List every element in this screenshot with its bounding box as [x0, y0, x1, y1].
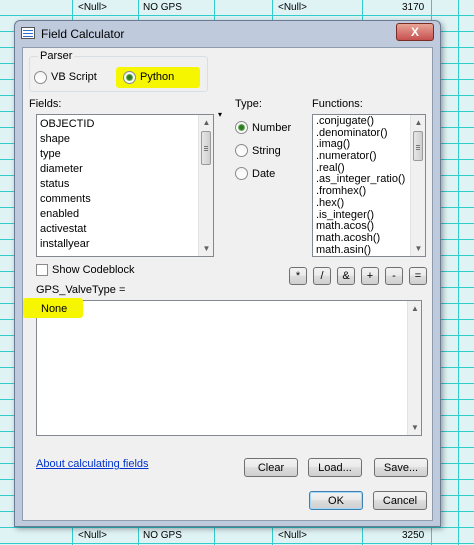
divide-button[interactable]: /: [313, 267, 331, 285]
scroll-down-icon[interactable]: ▼: [411, 241, 425, 256]
scroll-thumb[interactable]: [201, 131, 211, 165]
load-button[interactable]: Load...: [308, 458, 362, 477]
expression-textarea[interactable]: None ▲ ▼: [23, 298, 422, 436]
list-item[interactable]: type: [37, 147, 213, 162]
vbscript-label: VB Script: [51, 71, 97, 83]
show-codeblock-checkbox[interactable]: [36, 264, 48, 276]
list-item[interactable]: math.acosh(): [313, 232, 425, 245]
close-button[interactable]: X: [396, 23, 434, 41]
fields-scrollbar[interactable]: ▲ ▼: [198, 115, 213, 256]
scroll-up-icon[interactable]: ▲: [408, 301, 422, 316]
list-item[interactable]: enabled: [37, 207, 213, 222]
parser-label: Parser: [38, 50, 75, 62]
vbscript-radio[interactable]: [34, 71, 47, 84]
ampersand-button[interactable]: &: [337, 267, 355, 285]
number-radio[interactable]: [235, 121, 248, 134]
fields-label: Fields:: [29, 98, 62, 110]
list-item[interactable]: OBJECTID: [37, 117, 213, 132]
save-button[interactable]: Save...: [374, 458, 428, 477]
field-calculator-icon: [21, 27, 35, 39]
scroll-down-icon[interactable]: ▼: [199, 241, 213, 256]
ok-button[interactable]: OK: [309, 491, 363, 510]
table-row[interactable]: <Null> NO GPS <Null> 3170: [0, 0, 474, 16]
date-radio[interactable]: [235, 167, 248, 180]
string-radio[interactable]: [235, 144, 248, 157]
multiply-button[interactable]: *: [289, 267, 307, 285]
fields-list[interactable]: OBJECTID shape type diameter status comm…: [36, 114, 214, 257]
functions-label: Functions:: [312, 98, 363, 110]
list-item[interactable]: shape: [37, 132, 213, 147]
list-item[interactable]: math.asin(): [313, 244, 425, 256]
list-item[interactable]: status: [37, 177, 213, 192]
scroll-thumb[interactable]: [413, 131, 423, 161]
clear-button[interactable]: Clear: [244, 458, 298, 477]
minus-button[interactable]: -: [385, 267, 403, 285]
list-item[interactable]: .hex(): [313, 197, 425, 210]
equals-button[interactable]: =: [409, 267, 427, 285]
dialog-title: Field Calculator: [41, 27, 125, 41]
cancel-button[interactable]: Cancel: [373, 491, 427, 510]
table-cell: NO GPS: [143, 530, 182, 541]
parser-group: Parser VB Script Python: [29, 50, 208, 92]
number-label: Number: [252, 122, 292, 134]
about-calculating-fields-link[interactable]: About calculating fields: [36, 458, 149, 470]
scroll-up-icon[interactable]: ▲: [199, 115, 213, 130]
scroll-up-icon[interactable]: ▲: [411, 115, 425, 130]
scroll-down-icon[interactable]: ▼: [408, 420, 422, 435]
show-codeblock-label: Show Codeblock: [52, 264, 135, 276]
table-cell: <Null>: [278, 530, 307, 541]
plus-button[interactable]: +: [361, 267, 379, 285]
list-item[interactable]: comments: [37, 192, 213, 207]
list-item[interactable]: activestat: [37, 222, 213, 237]
dialog-body: Parser VB Script Python Fields: OBJECTID…: [22, 47, 433, 521]
table-cell: <Null>: [78, 2, 107, 13]
table-row[interactable]: <Null> NO GPS <Null> 3250: [0, 528, 474, 544]
functions-list[interactable]: .conjugate() .denominator() .imag() .num…: [312, 114, 426, 257]
expression-label: GPS_ValveType =: [36, 284, 126, 296]
title-bar[interactable]: Field Calculator X: [15, 21, 440, 46]
table-cell: 3250: [402, 530, 425, 541]
field-calculator-dialog: Field Calculator X Parser VB Script Pyth…: [14, 20, 441, 527]
table-cell: <Null>: [78, 530, 107, 541]
expression-value: None: [41, 303, 68, 315]
python-label: Python: [140, 71, 175, 83]
sort-dropdown-icon[interactable]: ▾: [218, 111, 222, 119]
list-item[interactable]: .conjugate(): [313, 115, 425, 128]
string-label: String: [252, 145, 281, 157]
list-item[interactable]: installyear: [37, 237, 213, 252]
table-cell: 3170: [402, 2, 425, 13]
date-label: Date: [252, 168, 276, 180]
expression-scrollbar[interactable]: ▲ ▼: [407, 301, 421, 435]
functions-scrollbar[interactable]: ▲ ▼: [410, 115, 425, 256]
list-item[interactable]: .numerator(): [313, 150, 425, 163]
python-radio[interactable]: [123, 71, 136, 84]
table-cell: NO GPS: [143, 2, 182, 13]
list-item[interactable]: diameter: [37, 162, 213, 177]
type-label: Type:: [235, 98, 262, 110]
table-cell: <Null>: [278, 2, 307, 13]
